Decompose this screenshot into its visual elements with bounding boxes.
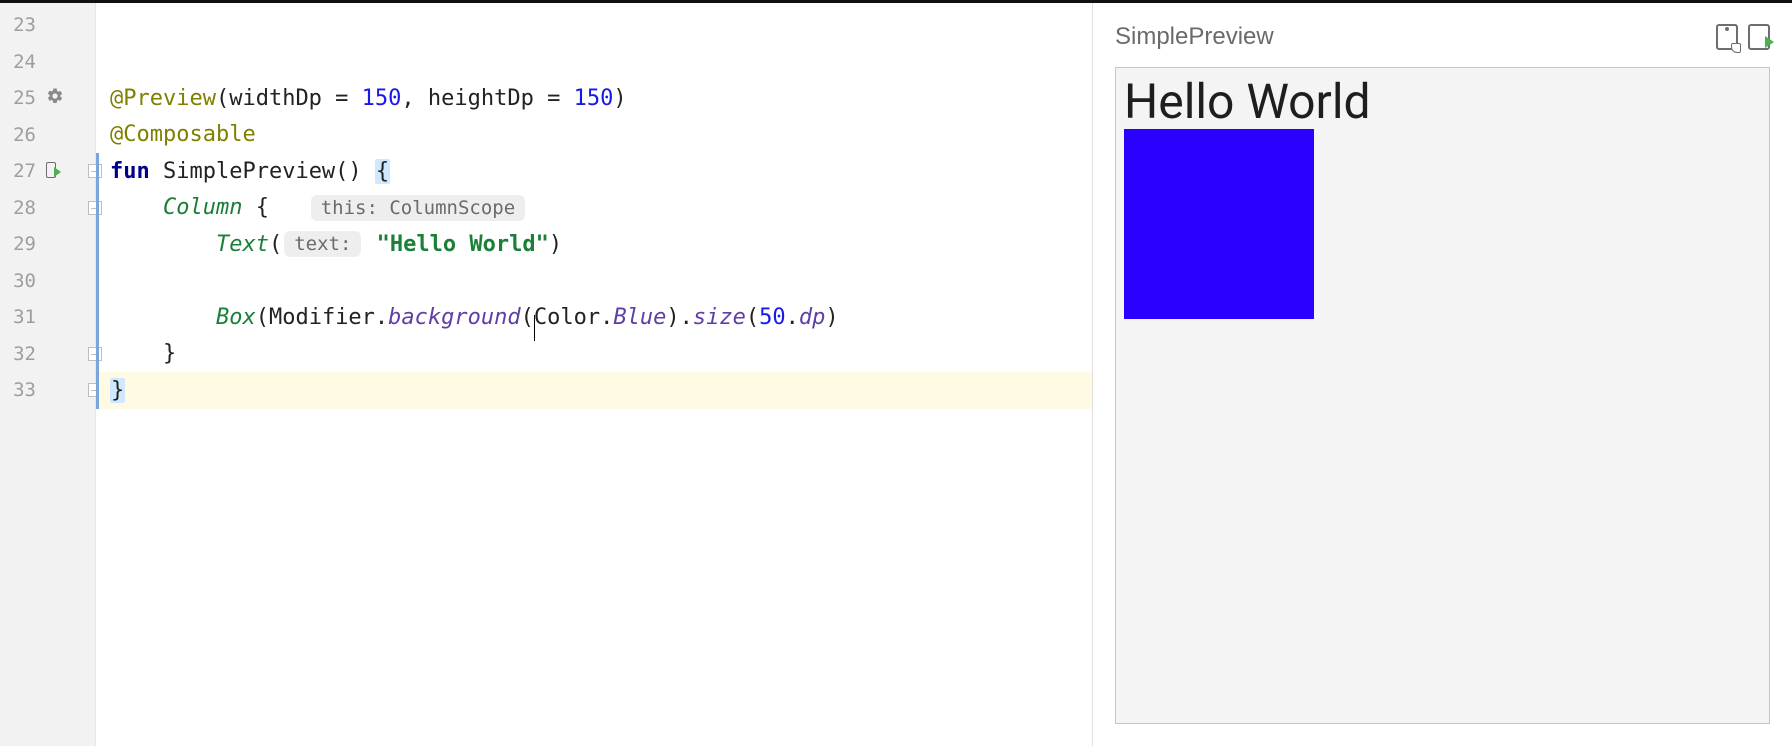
line-number: 29 xyxy=(0,233,40,255)
code-line[interactable]: @Composable xyxy=(96,117,1092,154)
line-number: 26 xyxy=(0,124,40,146)
line-number: 32 xyxy=(0,343,40,365)
code-line[interactable]: fun SimplePreview() { xyxy=(96,153,1092,190)
matched-brace: } xyxy=(110,378,125,403)
preview-canvas[interactable]: Hello World xyxy=(1115,67,1770,724)
change-marker xyxy=(96,336,99,373)
code-line[interactable] xyxy=(96,7,1092,44)
line-number: 25 xyxy=(0,87,40,109)
inlay-hint: text: xyxy=(284,231,361,257)
annotation: @Composable xyxy=(110,122,256,147)
annotation: @Preview xyxy=(110,86,216,111)
preview-actions xyxy=(1716,24,1770,50)
matched-brace: { xyxy=(375,159,390,184)
compose-preview-panel: SimplePreview Hello World xyxy=(1092,3,1792,746)
code-line[interactable]: } xyxy=(96,336,1092,373)
deploy-preview-icon[interactable] xyxy=(1748,24,1770,50)
code-line[interactable]: Box(Modifier.background(Color.Blue).size… xyxy=(96,299,1092,336)
code-editor[interactable]: @Preview(widthDp = 150, heightDp = 150) … xyxy=(96,3,1092,746)
ide-root: 23 24 25 26 27 28 29 30 31 xyxy=(0,0,1792,746)
code-line[interactable]: Text(text: "Hello World") xyxy=(96,226,1092,263)
line-number: 28 xyxy=(0,197,40,219)
code-line[interactable] xyxy=(96,263,1092,300)
compose-column: Hello World xyxy=(1124,76,1761,319)
change-marker xyxy=(96,299,99,336)
line-number: 23 xyxy=(0,14,40,36)
code-line[interactable]: @Preview(widthDp = 150, heightDp = 150) xyxy=(96,80,1092,117)
inlay-hint: this: ColumnScope xyxy=(311,195,525,221)
code-line-current[interactable]: } xyxy=(96,372,1092,409)
change-marker xyxy=(96,263,99,300)
preview-header: SimplePreview xyxy=(1115,17,1770,57)
line-number: 31 xyxy=(0,306,40,328)
gear-icon[interactable] xyxy=(46,87,64,109)
editor-gutter: 23 24 25 26 27 28 29 30 31 xyxy=(0,3,96,746)
line-number: 33 xyxy=(0,379,40,401)
line-number: 27 xyxy=(0,160,40,182)
preview-title: SimplePreview xyxy=(1115,23,1716,51)
change-marker xyxy=(96,372,99,409)
compose-box xyxy=(1124,129,1314,319)
change-marker xyxy=(96,153,99,190)
interactive-preview-icon[interactable] xyxy=(1716,24,1738,50)
code-line[interactable] xyxy=(96,44,1092,81)
line-number: 30 xyxy=(0,270,40,292)
change-marker xyxy=(96,190,99,227)
code-line[interactable]: Column { this: ColumnScope xyxy=(96,190,1092,227)
run-gutter-icon[interactable] xyxy=(46,162,64,180)
line-number: 24 xyxy=(0,51,40,73)
compose-text: Hello World xyxy=(1124,76,1371,129)
change-marker xyxy=(96,226,99,263)
